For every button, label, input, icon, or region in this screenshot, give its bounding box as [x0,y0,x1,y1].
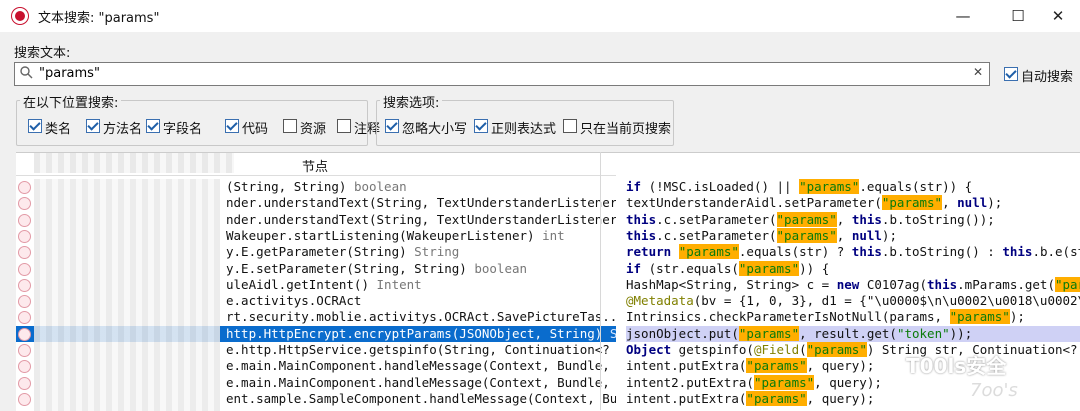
row-return-type: St [609,325,616,341]
match-highlight: "params" [746,390,807,406]
row-signature: ent.sample.SampleComponent.handleMessage… [226,390,616,406]
match-highlight: "params" [738,260,800,276]
redacted-area [34,153,234,173]
match-highlight: "params" [776,211,837,227]
scope-label-4: 资源 [300,122,327,137]
match-highlight: "params" [949,309,1010,325]
search-box[interactable]: ✕ [14,62,990,86]
pane-divider[interactable] [600,152,601,410]
method-icon [18,229,31,243]
method-icon [18,376,31,390]
method-icon [18,360,31,374]
code-line[interactable]: textUnderstanderAidl.setParameter("param… [626,195,1080,211]
method-icon [18,344,31,357]
row-return-type: Intent [369,276,422,292]
row-signature: uleAidl.getIntent() Intent [226,276,422,292]
code-line[interactable]: Intrinsics.checkParameterIsNotNull(param… [626,309,1080,325]
match-highlight: "params" [776,227,837,243]
row-signature: y.E.setParameter(String, String) boolean [226,260,528,276]
scope-label-2: 字段名 [163,122,203,137]
method-icon [18,246,31,260]
search-label: 搜索文本: [14,46,71,61]
watermark-logo: 7oo's [970,380,1018,401]
minimize-button[interactable]: — [945,4,981,28]
code-line[interactable]: @Metadata(bv = {1, 0, 3}, d1 = {"\u0000$… [626,293,1080,309]
match-highlight: "para [1054,276,1080,292]
scope-checkbox-5[interactable] [337,119,351,133]
match-highlight: "params" [881,195,943,211]
row-return-type: boolean [466,260,528,276]
row-signature: nder.understandText(String, TextUndersta… [226,195,616,211]
code-line[interactable]: intent.putExtra("params", query); [626,358,1080,374]
search-icon [20,66,33,79]
row-signature: http.HttpEncrypt.encryptParams(JSONObjec… [226,326,616,341]
match-highlight: "params" [678,244,739,260]
row-return-type: boolean [346,179,407,194]
match-highlight: "params" [746,358,807,374]
code-line[interactable]: this.c.setParameter("params", null); [626,227,1080,244]
match-highlight: "params" [738,325,800,341]
maximize-button[interactable]: ☐ [1000,4,1036,28]
method-icon [18,392,31,406]
search-input[interactable] [39,64,959,82]
search-option-checkbox-1[interactable] [474,119,488,133]
code-line[interactable]: Object getspinfo(@Field("params") String… [626,342,1080,358]
scope-checkbox-1[interactable] [86,119,100,133]
clear-icon[interactable]: ✕ [973,65,983,79]
scope-label-0: 类名 [45,122,72,137]
search-option-checkbox-0[interactable] [385,119,399,133]
row-return-type: String [406,244,460,260]
method-icon [18,197,31,211]
scope-checkbox-2[interactable] [146,119,160,133]
match-highlight: "params" [806,342,867,357]
row-signature: nder.understandText(String, TextUndersta… [226,211,616,227]
match-highlight: "params" [799,179,860,194]
method-icon [18,262,31,276]
redacted-area [34,179,220,411]
match-highlight: "params" [753,374,815,390]
row-signature: e.main.MainComponent.handleMessage(Conte… [226,374,616,390]
method-icon [18,311,31,325]
window-title: 文本搜索: "params" [38,11,160,26]
scope-checkbox-4[interactable] [283,119,297,133]
scope-label-3: 代码 [242,122,269,137]
search-option-label-1: 正则表达式 [491,122,557,137]
auto-search-label: 自动搜索 [1021,70,1074,85]
method-icon [18,181,31,194]
code-line[interactable]: if (str.equals("params")) { [626,260,1080,277]
code-line[interactable]: return "params".equals(str) ? this.b.toS… [626,244,1080,260]
close-button[interactable]: ✕ [1040,4,1076,28]
search-option-label-2: 只在当前页搜索 [580,122,672,137]
search-options-title: 搜索选项: [380,92,443,111]
method-icon [18,278,31,292]
auto-search-checkbox[interactable] [1004,67,1018,81]
scope-label-1: 方法名 [103,122,143,137]
code-line[interactable]: HashMap<String, String> c = new C0107ag(… [626,276,1080,293]
title-bar: 文本搜索: "params" — ☐ ✕ [0,0,1080,32]
method-icon [18,295,31,309]
row-signature: Wakeuper.startListening(WakeuperListener… [226,227,565,243]
watermark-text: T00ls安全 [906,354,1007,378]
code-line[interactable]: jsonObject.put("params", result.get("tok… [626,325,1080,342]
method-icon [18,213,31,227]
code-line[interactable]: this.c.setParameter("params", this.b.toS… [626,211,1080,228]
row-return-type: int [534,227,565,243]
scope-group-title: 在以下位置搜索: [20,92,122,111]
search-option-label-0: 忽略大小写 [402,122,468,137]
scope-checkbox-0[interactable] [28,119,42,133]
search-option-checkbox-2[interactable] [563,119,577,133]
method-icon [18,327,31,341]
row-signature: e.http.HttpService.getspinfo(String, Con… [226,342,616,357]
row-signature: (String, String) boolean [226,179,407,194]
scope-checkbox-3[interactable] [225,119,239,133]
row-signature: y.E.getParameter(String) String [226,244,460,260]
row-signature: rt.security.moblie.activitys.OCRAct.Save… [226,309,616,325]
row-signature: e.activitys.OCRAct [226,293,362,309]
code-line[interactable]: if (!MSC.isLoaded() || "params".equals(s… [626,179,1080,195]
row-signature: e.main.MainComponent.handleMessage(Conte… [226,358,616,374]
app-icon [12,8,28,24]
